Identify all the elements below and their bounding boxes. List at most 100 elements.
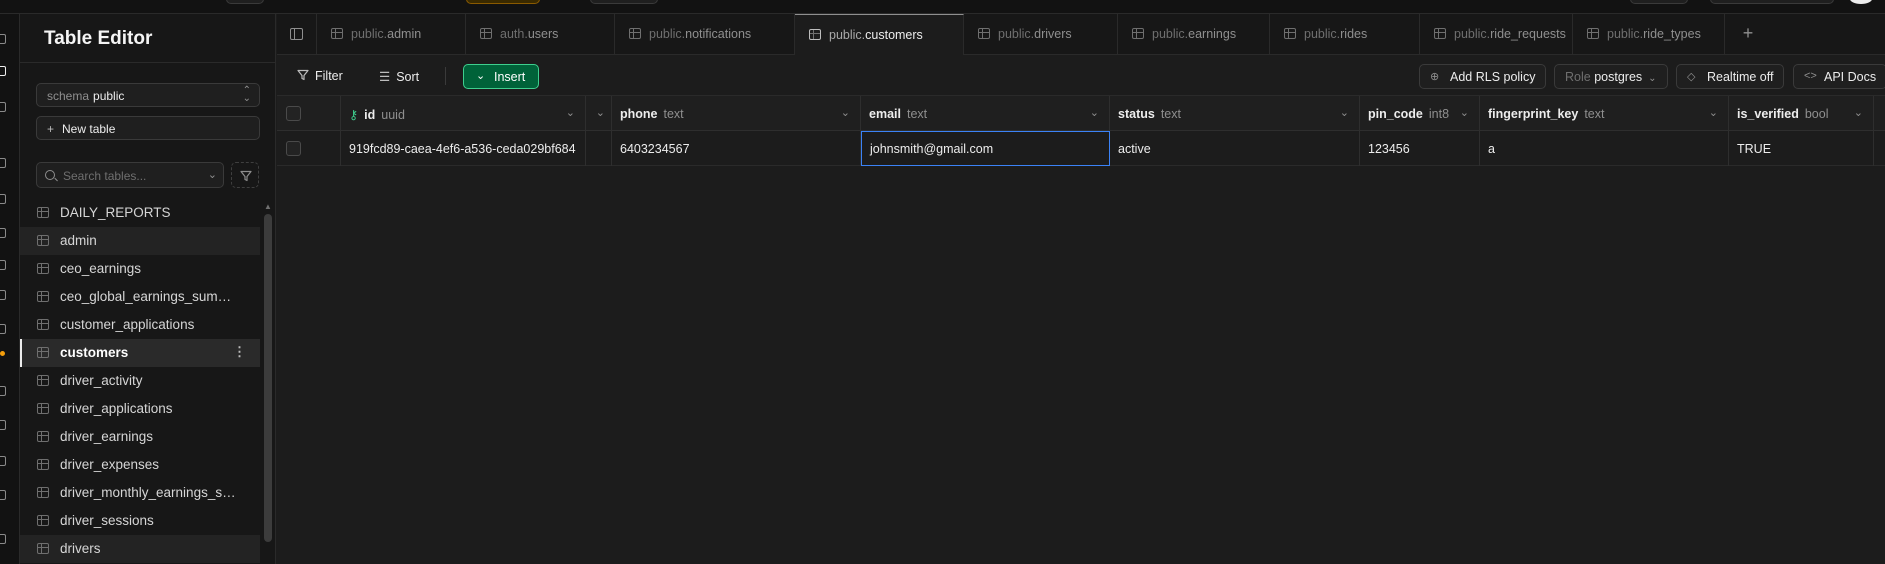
auth-icon[interactable] [0,194,6,204]
top-bar-control[interactable] [590,0,658,4]
cell-hidden-column[interactable] [586,131,612,166]
search-tables-input[interactable]: Search tables... ⌄ [36,162,224,188]
logs-icon[interactable] [0,420,6,430]
more-options-icon[interactable]: ⋮ [233,344,246,360]
role-label: Role [1565,70,1591,84]
sidebar-table-item[interactable]: ceo_earnings [20,255,260,283]
sidebar-table-label: customer_applications [60,317,195,332]
sidebar-table-item[interactable]: driver_applications [20,395,260,423]
tab-ride-requests[interactable]: public.ride_requests [1420,14,1573,55]
tab-admin[interactable]: public.admin [317,14,466,55]
top-bar-control[interactable] [1630,0,1688,4]
cell-is-verified[interactable]: TRUE [1729,131,1874,166]
table-icon [37,263,49,274]
toggle-sidebar-button[interactable] [277,14,317,55]
api-docs-button[interactable]: <> API Docs [1793,64,1885,89]
cell-phone[interactable]: 6403234567 [612,131,861,166]
api-docs-icon[interactable] [0,456,6,466]
add-rls-policy-button[interactable]: ⊕ Add RLS policy [1419,64,1547,89]
table-icon [1434,28,1446,39]
sidebar-table-item[interactable]: driver_activity [20,367,260,395]
chevron-down-icon[interactable]: ⌄ [1709,106,1718,119]
cell-email[interactable]: johnsmith@gmail.com [861,131,1110,166]
scroll-up-arrow-icon[interactable]: ▲ [264,202,272,211]
top-bar-control[interactable] [1710,0,1834,4]
settings-icon[interactable] [0,534,6,544]
reports-icon[interactable] [0,386,6,396]
chevron-down-icon[interactable]: ⌄ [596,106,605,119]
realtime-label: Realtime off [1707,70,1774,84]
column-header-id[interactable]: ⚷ id uuid ⌄ [341,96,586,131]
new-table-button[interactable]: + New table [36,116,260,140]
primary-key-icon: ⚷ [349,108,359,122]
sidebar-table-item[interactable]: driver_earnings [20,423,260,451]
sidebar-scrollbar[interactable] [264,214,272,542]
tab-table-name: drivers [1034,27,1072,41]
tab-drivers[interactable]: public.drivers [964,14,1118,55]
column-header-phone[interactable]: phone text ⌄ [612,96,861,131]
home-icon[interactable] [0,34,6,44]
tab-earnings[interactable]: public.earnings [1118,14,1270,55]
schema-select[interactable]: schema public ⌃ ⌄ [36,83,260,107]
cell-fingerprint-key[interactable]: a [1480,131,1729,166]
chevron-down-icon[interactable]: ⌄ [1340,106,1349,119]
functions-icon[interactable] [0,260,6,270]
realtime-icon[interactable] [0,290,6,300]
cell-id[interactable]: 919fcd89-caea-4ef6-a536-ceda029bf684 [341,131,586,166]
sidebar-table-item[interactable]: driver_expenses [20,451,260,479]
column-header-pin-code[interactable]: pin_code int8 ⌄ [1360,96,1480,131]
chevron-down-icon[interactable]: ⌄ [1460,106,1469,119]
table-editor-icon[interactable] [0,66,6,76]
insert-button[interactable]: ⌄ Insert [463,64,539,89]
chevron-down-icon[interactable]: ⌄ [841,106,850,119]
new-tab-plus-icon[interactable]: + [1725,14,1771,55]
cell-pin-code[interactable]: 123456 [1360,131,1480,166]
sort-button[interactable]: ☰ Sort [371,64,427,88]
realtime-toggle-button[interactable]: ◇ Realtime off [1676,64,1785,89]
sidebar-table-item[interactable]: admin [20,227,260,255]
tab-users[interactable]: auth.users [466,14,615,55]
tab-notifications[interactable]: public.notifications [615,14,795,55]
tab-ride-types[interactable]: public.ride_types [1573,14,1725,55]
tab-customers[interactable]: public.customers [795,14,964,55]
sidebar-table-item[interactable]: customers ⋮ [20,339,260,367]
divider [445,67,446,85]
sidebar-table-label: ceo_global_earnings_sum… [60,289,232,304]
column-header-status[interactable]: status text ⌄ [1110,96,1360,131]
integrations-icon[interactable] [0,490,6,500]
code-icon: <> [1804,70,1817,82]
sidebar-table-item[interactable]: customer_applications [20,311,260,339]
column-header-fingerprint-key[interactable]: fingerprint_key text ⌄ [1480,96,1729,131]
filter-tables-button[interactable] [231,162,259,188]
tab-rides[interactable]: public.rides [1270,14,1420,55]
storage-icon[interactable] [0,228,6,238]
chevron-down-icon[interactable]: ⌄ [1854,106,1863,119]
avatar[interactable] [1850,0,1872,4]
role-select[interactable]: Role postgres ⌄ [1554,64,1668,89]
chevrons-down-icon[interactable]: ⌄ [208,168,217,181]
table-row: 919fcd89-caea-4ef6-a536-ceda029bf684 640… [277,131,1885,166]
column-header-is-verified[interactable]: is_verified bool ⌄ [1729,96,1874,131]
grid-toolbar: Filter ☰ Sort ⌄ Insert ⊕ Add RLS policy Rol… [277,55,1885,96]
select-all-checkbox[interactable] [286,106,301,121]
chevron-down-icon[interactable]: ⌄ [1090,106,1099,119]
tab-schema: auth. [500,27,528,41]
sidebar-table-item[interactable]: ceo_global_earnings_sum… [20,283,260,311]
table-editor-sidebar: Table Editor schema public ⌃ ⌄ + New table … [20,14,276,564]
top-bar-control[interactable] [226,0,264,4]
database-icon[interactable] [0,158,6,168]
table-icon [37,347,49,358]
filter-button[interactable]: Filter [289,64,351,88]
sidebar-table-item[interactable]: driver_sessions [20,507,260,535]
sidebar-table-item[interactable]: driver_monthly_earnings_s… [20,479,260,507]
sidebar-table-item[interactable]: drivers [20,535,260,563]
column-type: text [1584,107,1605,121]
top-bar-control[interactable] [466,0,540,4]
column-header-email[interactable]: email text ⌄ [861,96,1110,131]
cell-status[interactable]: active [1110,131,1360,166]
chevron-down-icon[interactable]: ⌄ [566,106,575,119]
row-select-checkbox[interactable] [286,141,301,156]
terminal-icon[interactable] [0,324,6,334]
sidebar-table-item[interactable]: DAILY_REPORTS [20,199,260,227]
sql-editor-icon[interactable] [0,102,6,112]
